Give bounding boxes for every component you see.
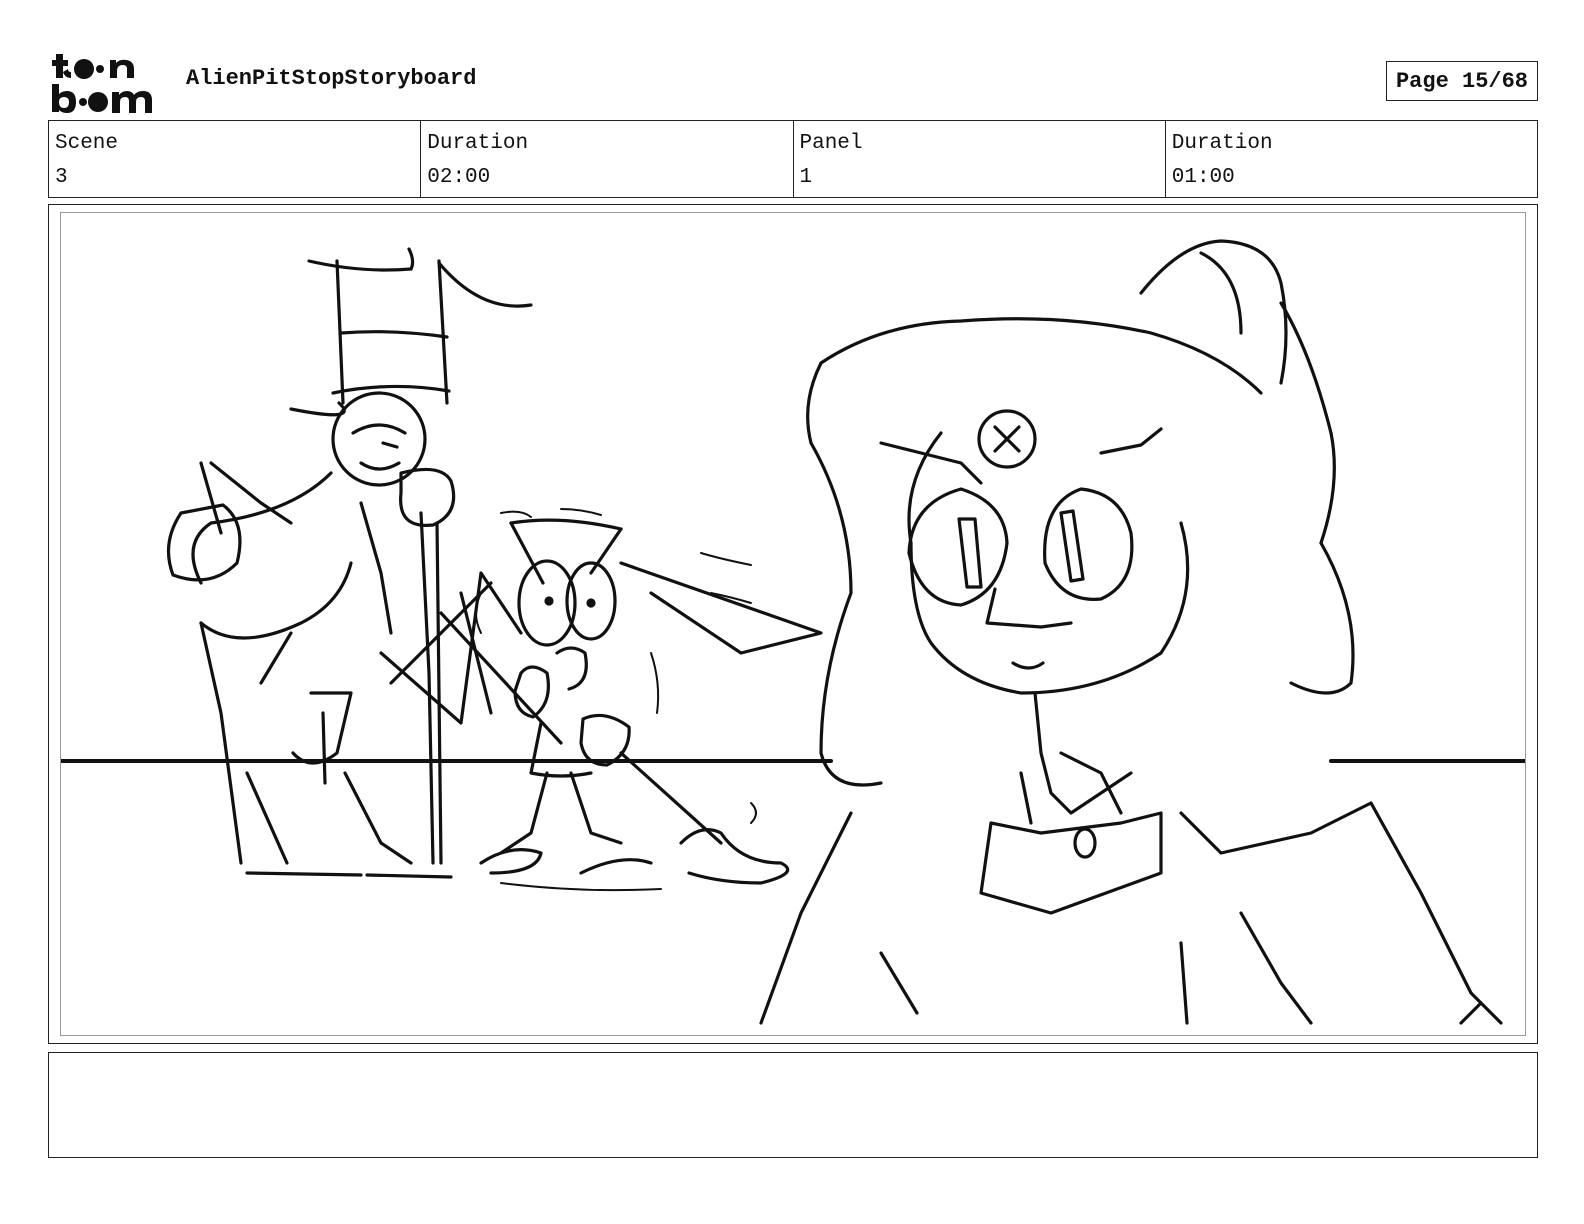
panel-value: 1 xyxy=(799,166,813,189)
panel-frame xyxy=(48,204,1538,1044)
panel-label: Panel xyxy=(799,132,863,155)
panel-duration-value: 01:00 xyxy=(1171,166,1235,189)
toon-boom-logo xyxy=(50,50,166,114)
panel-duration-cell: Duration 01:00 xyxy=(1166,121,1537,197)
panel-cell: Panel 1 xyxy=(794,121,1166,197)
panel-notes xyxy=(48,1052,1538,1158)
scene-duration-value: 02:00 xyxy=(427,166,491,189)
scene-duration-label: Duration xyxy=(427,132,529,155)
storyboard-sketch-icon xyxy=(61,239,1525,1025)
panel-image xyxy=(60,212,1526,1036)
page-indicator: Page 15/68 xyxy=(1386,61,1538,101)
scene-info-table: Scene 3 Duration 02:00 Panel 1 Duration … xyxy=(48,120,1538,198)
scene-label: Scene xyxy=(55,132,119,155)
panel-duration-label: Duration xyxy=(1171,132,1273,155)
scene-duration-cell: Duration 02:00 xyxy=(421,121,794,197)
scene-value: 3 xyxy=(55,166,68,189)
scene-cell: Scene 3 xyxy=(49,121,422,197)
project-title: AlienPitStopStoryboard xyxy=(186,66,477,91)
